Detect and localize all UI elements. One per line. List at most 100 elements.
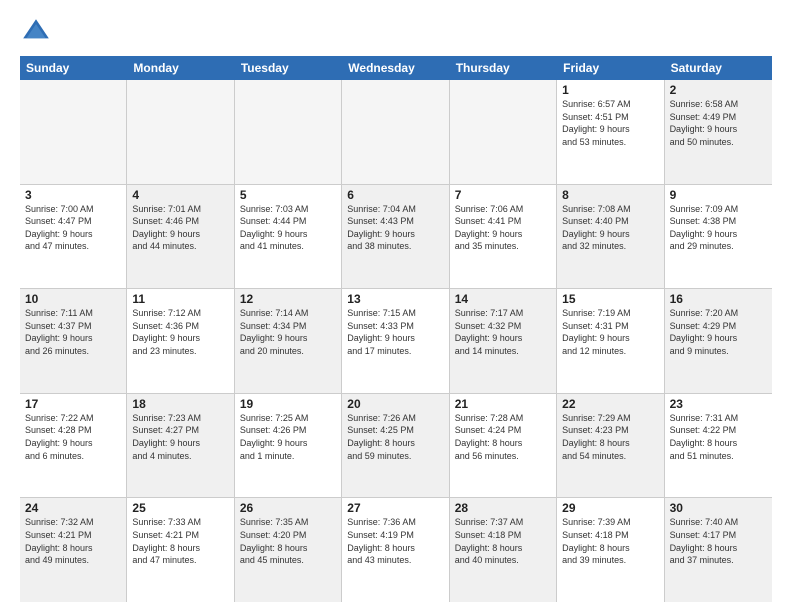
calendar-cell: 19Sunrise: 7:25 AM Sunset: 4:26 PM Dayli… — [235, 394, 342, 498]
calendar-row: 17Sunrise: 7:22 AM Sunset: 4:28 PM Dayli… — [20, 394, 772, 499]
cell-info: Sunrise: 7:29 AM Sunset: 4:23 PM Dayligh… — [562, 412, 658, 462]
calendar-cell: 8Sunrise: 7:08 AM Sunset: 4:40 PM Daylig… — [557, 185, 664, 289]
cell-info: Sunrise: 7:39 AM Sunset: 4:18 PM Dayligh… — [562, 516, 658, 566]
calendar-cell: 14Sunrise: 7:17 AM Sunset: 4:32 PM Dayli… — [450, 289, 557, 393]
day-number: 22 — [562, 397, 658, 411]
cell-info: Sunrise: 7:14 AM Sunset: 4:34 PM Dayligh… — [240, 307, 336, 357]
calendar-cell — [450, 80, 557, 184]
cell-info: Sunrise: 7:03 AM Sunset: 4:44 PM Dayligh… — [240, 203, 336, 253]
weekday-header: Wednesday — [342, 56, 449, 80]
calendar-row: 1Sunrise: 6:57 AM Sunset: 4:51 PM Daylig… — [20, 80, 772, 185]
cell-info: Sunrise: 7:20 AM Sunset: 4:29 PM Dayligh… — [670, 307, 767, 357]
calendar-cell: 21Sunrise: 7:28 AM Sunset: 4:24 PM Dayli… — [450, 394, 557, 498]
calendar-header: SundayMondayTuesdayWednesdayThursdayFrid… — [20, 56, 772, 80]
cell-info: Sunrise: 7:23 AM Sunset: 4:27 PM Dayligh… — [132, 412, 228, 462]
cell-info: Sunrise: 7:32 AM Sunset: 4:21 PM Dayligh… — [25, 516, 121, 566]
calendar-cell: 17Sunrise: 7:22 AM Sunset: 4:28 PM Dayli… — [20, 394, 127, 498]
calendar-cell: 9Sunrise: 7:09 AM Sunset: 4:38 PM Daylig… — [665, 185, 772, 289]
calendar-cell: 6Sunrise: 7:04 AM Sunset: 4:43 PM Daylig… — [342, 185, 449, 289]
calendar-cell: 27Sunrise: 7:36 AM Sunset: 4:19 PM Dayli… — [342, 498, 449, 602]
cell-info: Sunrise: 7:35 AM Sunset: 4:20 PM Dayligh… — [240, 516, 336, 566]
cell-info: Sunrise: 7:17 AM Sunset: 4:32 PM Dayligh… — [455, 307, 551, 357]
day-number: 24 — [25, 501, 121, 515]
calendar-cell — [342, 80, 449, 184]
calendar-cell — [235, 80, 342, 184]
day-number: 23 — [670, 397, 767, 411]
day-number: 18 — [132, 397, 228, 411]
calendar: SundayMondayTuesdayWednesdayThursdayFrid… — [20, 56, 772, 602]
cell-info: Sunrise: 7:40 AM Sunset: 4:17 PM Dayligh… — [670, 516, 767, 566]
day-number: 14 — [455, 292, 551, 306]
calendar-cell: 10Sunrise: 7:11 AM Sunset: 4:37 PM Dayli… — [20, 289, 127, 393]
day-number: 2 — [670, 83, 767, 97]
calendar-cell: 3Sunrise: 7:00 AM Sunset: 4:47 PM Daylig… — [20, 185, 127, 289]
day-number: 12 — [240, 292, 336, 306]
calendar-cell: 11Sunrise: 7:12 AM Sunset: 4:36 PM Dayli… — [127, 289, 234, 393]
calendar-cell: 30Sunrise: 7:40 AM Sunset: 4:17 PM Dayli… — [665, 498, 772, 602]
cell-info: Sunrise: 7:22 AM Sunset: 4:28 PM Dayligh… — [25, 412, 121, 462]
cell-info: Sunrise: 7:06 AM Sunset: 4:41 PM Dayligh… — [455, 203, 551, 253]
calendar-cell: 13Sunrise: 7:15 AM Sunset: 4:33 PM Dayli… — [342, 289, 449, 393]
day-number: 7 — [455, 188, 551, 202]
calendar-cell: 5Sunrise: 7:03 AM Sunset: 4:44 PM Daylig… — [235, 185, 342, 289]
day-number: 15 — [562, 292, 658, 306]
calendar-cell: 16Sunrise: 7:20 AM Sunset: 4:29 PM Dayli… — [665, 289, 772, 393]
calendar-body: 1Sunrise: 6:57 AM Sunset: 4:51 PM Daylig… — [20, 80, 772, 602]
day-number: 3 — [25, 188, 121, 202]
calendar-cell — [20, 80, 127, 184]
cell-info: Sunrise: 7:37 AM Sunset: 4:18 PM Dayligh… — [455, 516, 551, 566]
day-number: 19 — [240, 397, 336, 411]
calendar-cell — [127, 80, 234, 184]
cell-info: Sunrise: 7:12 AM Sunset: 4:36 PM Dayligh… — [132, 307, 228, 357]
day-number: 20 — [347, 397, 443, 411]
day-number: 21 — [455, 397, 551, 411]
day-number: 11 — [132, 292, 228, 306]
day-number: 28 — [455, 501, 551, 515]
day-number: 17 — [25, 397, 121, 411]
day-number: 25 — [132, 501, 228, 515]
cell-info: Sunrise: 7:08 AM Sunset: 4:40 PM Dayligh… — [562, 203, 658, 253]
calendar-cell: 24Sunrise: 7:32 AM Sunset: 4:21 PM Dayli… — [20, 498, 127, 602]
calendar-row: 10Sunrise: 7:11 AM Sunset: 4:37 PM Dayli… — [20, 289, 772, 394]
weekday-header: Sunday — [20, 56, 127, 80]
day-number: 27 — [347, 501, 443, 515]
logo — [20, 16, 56, 48]
cell-info: Sunrise: 7:09 AM Sunset: 4:38 PM Dayligh… — [670, 203, 767, 253]
calendar-cell: 20Sunrise: 7:26 AM Sunset: 4:25 PM Dayli… — [342, 394, 449, 498]
cell-info: Sunrise: 6:58 AM Sunset: 4:49 PM Dayligh… — [670, 98, 767, 148]
day-number: 30 — [670, 501, 767, 515]
day-number: 16 — [670, 292, 767, 306]
calendar-cell: 1Sunrise: 6:57 AM Sunset: 4:51 PM Daylig… — [557, 80, 664, 184]
cell-info: Sunrise: 7:33 AM Sunset: 4:21 PM Dayligh… — [132, 516, 228, 566]
day-number: 5 — [240, 188, 336, 202]
day-number: 26 — [240, 501, 336, 515]
day-number: 29 — [562, 501, 658, 515]
logo-icon — [20, 16, 52, 48]
weekday-header: Saturday — [665, 56, 772, 80]
cell-info: Sunrise: 7:26 AM Sunset: 4:25 PM Dayligh… — [347, 412, 443, 462]
day-number: 4 — [132, 188, 228, 202]
day-number: 9 — [670, 188, 767, 202]
calendar-cell: 23Sunrise: 7:31 AM Sunset: 4:22 PM Dayli… — [665, 394, 772, 498]
weekday-header: Tuesday — [235, 56, 342, 80]
calendar-row: 24Sunrise: 7:32 AM Sunset: 4:21 PM Dayli… — [20, 498, 772, 602]
cell-info: Sunrise: 7:04 AM Sunset: 4:43 PM Dayligh… — [347, 203, 443, 253]
weekday-header: Monday — [127, 56, 234, 80]
cell-info: Sunrise: 7:36 AM Sunset: 4:19 PM Dayligh… — [347, 516, 443, 566]
day-number: 10 — [25, 292, 121, 306]
cell-info: Sunrise: 7:19 AM Sunset: 4:31 PM Dayligh… — [562, 307, 658, 357]
cell-info: Sunrise: 7:25 AM Sunset: 4:26 PM Dayligh… — [240, 412, 336, 462]
day-number: 8 — [562, 188, 658, 202]
cell-info: Sunrise: 7:28 AM Sunset: 4:24 PM Dayligh… — [455, 412, 551, 462]
weekday-header: Thursday — [450, 56, 557, 80]
calendar-cell: 25Sunrise: 7:33 AM Sunset: 4:21 PM Dayli… — [127, 498, 234, 602]
calendar-cell: 4Sunrise: 7:01 AM Sunset: 4:46 PM Daylig… — [127, 185, 234, 289]
cell-info: Sunrise: 7:01 AM Sunset: 4:46 PM Dayligh… — [132, 203, 228, 253]
calendar-cell: 7Sunrise: 7:06 AM Sunset: 4:41 PM Daylig… — [450, 185, 557, 289]
cell-info: Sunrise: 7:15 AM Sunset: 4:33 PM Dayligh… — [347, 307, 443, 357]
header — [20, 16, 772, 48]
calendar-cell: 15Sunrise: 7:19 AM Sunset: 4:31 PM Dayli… — [557, 289, 664, 393]
cell-info: Sunrise: 6:57 AM Sunset: 4:51 PM Dayligh… — [562, 98, 658, 148]
page: SundayMondayTuesdayWednesdayThursdayFrid… — [0, 0, 792, 612]
calendar-cell: 2Sunrise: 6:58 AM Sunset: 4:49 PM Daylig… — [665, 80, 772, 184]
